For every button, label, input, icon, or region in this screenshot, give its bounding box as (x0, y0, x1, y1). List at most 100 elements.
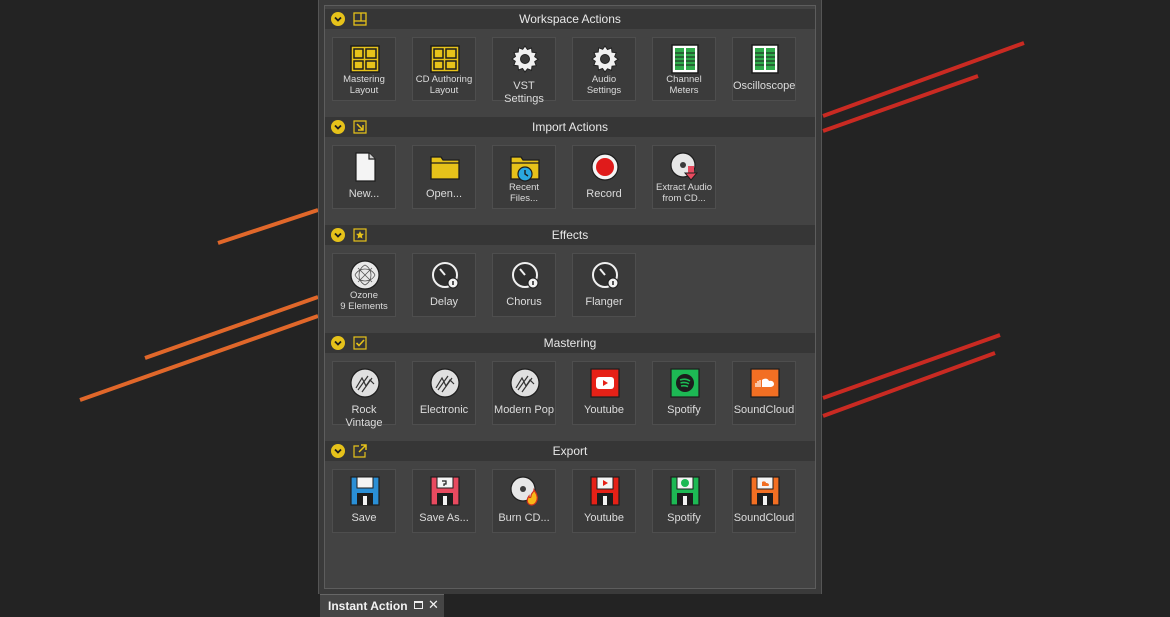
tile-label: Extract Audio from CD... (653, 182, 715, 204)
tile-label-line: Audio (591, 74, 617, 85)
youtube-button[interactable]: Youtube (572, 469, 636, 533)
audio-settings-button[interactable]: Audio Settings (572, 37, 636, 101)
tile-label: Modern Pop (493, 404, 555, 417)
section-header[interactable]: Import Actions (325, 117, 815, 137)
section-workspace-actions: Workspace Actions Mastering Layout CD Autho… (325, 9, 815, 117)
tile-label-line: Record (586, 188, 622, 200)
tile-label-line: Youtube (584, 404, 624, 416)
tile-label: Delay (413, 296, 475, 309)
save-as-floppy-icon (430, 476, 460, 506)
save-button[interactable]: Save (332, 469, 396, 533)
modern-pop-button[interactable]: Modern Pop (492, 361, 556, 425)
new-document-icon (350, 152, 380, 182)
recent-files-button[interactable]: Recent Files... (492, 145, 556, 209)
tile-label: Ozone 9 Elements (333, 290, 395, 312)
tile-label: Mastering Layout (333, 74, 395, 96)
tile-label-line: Meters (669, 85, 699, 96)
section-title: Effects (551, 228, 589, 242)
tile-label-line: Save (351, 512, 377, 524)
tile-label: Record (573, 188, 635, 201)
burn-cd-button[interactable]: Burn CD... (492, 469, 556, 533)
extract-audio-from-cd-button[interactable]: Extract Audio from CD... (652, 145, 716, 209)
tile-label: SoundCloud (733, 512, 795, 525)
vst-settings-button[interactable]: VST Settings (492, 37, 556, 105)
tile-label-line: Burn CD... (498, 512, 550, 524)
instant-action-tab[interactable]: Instant Action ✕ (320, 594, 444, 617)
chorus-button[interactable]: Chorus (492, 253, 556, 317)
tile-label-line: Flanger (585, 296, 623, 308)
section-header[interactable]: Export (325, 441, 815, 461)
mastering-preset-icon (510, 368, 540, 398)
tile-label: Audio Settings (573, 74, 635, 96)
close-icon[interactable]: ✕ (428, 597, 439, 613)
electronic-button[interactable]: Electronic (412, 361, 476, 425)
tile-label-line: SoundCloud (733, 404, 795, 416)
open-button[interactable]: Open... (412, 145, 476, 209)
channel-meters-button[interactable]: Channel Meters (652, 37, 716, 101)
tile-label: Spotify (653, 512, 715, 525)
ozone-9-elements-button[interactable]: Ozone 9 Elements (332, 253, 396, 317)
soundcloud-button[interactable]: SoundCloud (732, 469, 796, 533)
ozone-icon (350, 260, 380, 290)
tile-label-line: Save As... (419, 512, 469, 524)
folder-icon (430, 152, 460, 182)
tile-label-line: VST Settings (504, 80, 544, 105)
youtube-icon (590, 368, 620, 398)
tile-label-line: SoundCloud (733, 512, 795, 524)
layout-grid-icon (350, 44, 380, 74)
instant-action-panel: Workspace Actions Mastering Layout CD Autho… (318, 0, 822, 594)
tile-label-line: from CD... (662, 193, 706, 204)
tile-label: Oscilloscope (733, 80, 795, 93)
tile-label-line: Layout (429, 85, 459, 96)
youtube-export-icon (590, 476, 620, 506)
meter-icon (750, 44, 780, 74)
section-title: Mastering (543, 336, 597, 350)
section-header[interactable]: Mastering (325, 333, 815, 353)
rock-vintage-button[interactable]: Rock Vintage (332, 361, 396, 429)
cd-extract-icon (670, 152, 700, 182)
tile-label-line: Spotify (667, 512, 701, 524)
new-button[interactable]: New... (332, 145, 396, 209)
tile-label-line: Chorus (506, 296, 542, 308)
tile-label: Spotify (653, 404, 715, 417)
flanger-button[interactable]: Flanger (572, 253, 636, 317)
mastering-layout-button[interactable]: Mastering Layout (332, 37, 396, 101)
tile-label: VST Settings (493, 80, 555, 106)
section-export: Export Save Save As... Burn CD... Youtube Spo… (325, 441, 815, 549)
tile-label: Burn CD... (493, 512, 555, 525)
tile-label: Flanger (573, 296, 635, 309)
tile-label-line: CD Authoring (415, 74, 473, 85)
section-header[interactable]: Effects (325, 225, 815, 245)
tile-label-line: Youtube (584, 512, 624, 524)
mastering-preset-icon (430, 368, 460, 398)
spotify-export-icon (670, 476, 700, 506)
delay-button[interactable]: Delay (412, 253, 476, 317)
spotify-icon (670, 368, 700, 398)
tile-label-line: Electronic (419, 404, 469, 416)
cd-authoring-layout-button[interactable]: CD Authoring Layout (412, 37, 476, 101)
section-header[interactable]: Workspace Actions (325, 9, 815, 29)
tile-label: Channel Meters (653, 74, 715, 96)
tile-row: New... Open... Recent Files... Record Extract… (325, 137, 815, 225)
tile-label: SoundCloud (733, 404, 795, 417)
tile-label-line: Oscilloscope (733, 80, 796, 92)
spotify-button[interactable]: Spotify (652, 361, 716, 425)
tile-label: Save (333, 512, 395, 525)
spotify-button[interactable]: Spotify (652, 469, 716, 533)
tile-label-line: Channel (666, 74, 702, 85)
tile-label: Save As... (413, 512, 475, 525)
soundcloud-button[interactable]: SoundCloud (732, 361, 796, 425)
tile-label-line: Ozone (350, 290, 378, 301)
oscilloscope-button[interactable]: Oscilloscope (732, 37, 796, 101)
tile-label-line: Spotify (667, 404, 701, 416)
section-mastering: Mastering Rock Vintage Electronic Modern Po… (325, 333, 815, 441)
save-as-button[interactable]: Save As... (412, 469, 476, 533)
tile-label-line: Modern Pop (494, 404, 554, 416)
section-title: Export (552, 444, 588, 458)
tile-label-line: Mastering (343, 74, 385, 85)
tile-label-line: Extract Audio (656, 182, 712, 193)
record-button[interactable]: Record (572, 145, 636, 209)
tile-label-line: Delay (429, 296, 459, 308)
maximize-icon[interactable] (414, 601, 423, 609)
youtube-button[interactable]: Youtube (572, 361, 636, 425)
